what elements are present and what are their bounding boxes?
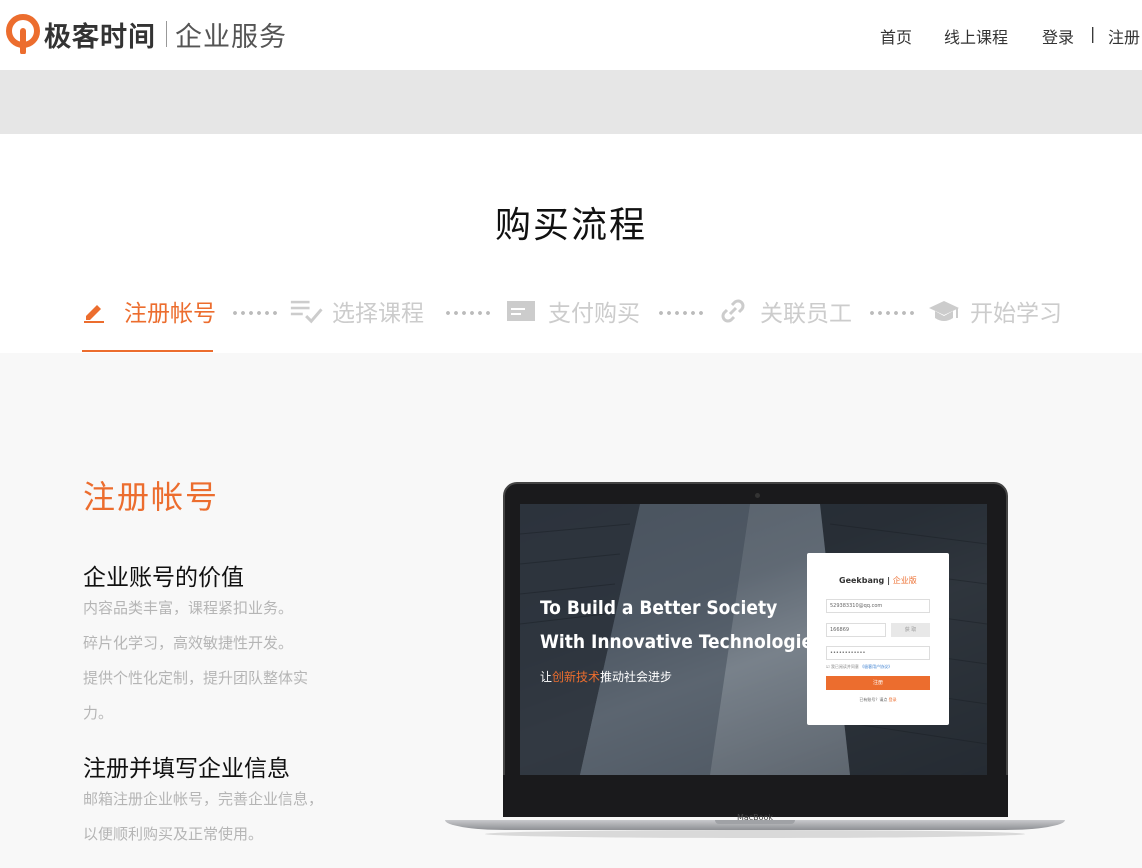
slogan-cn-pre: 让 bbox=[540, 670, 553, 684]
fill-info-text: 邮箱注册企业帐号，完善企业信息， 以便顺利购买及正常使用。 bbox=[83, 782, 383, 852]
laptop-chin bbox=[503, 775, 1008, 817]
login-link[interactable]: 登录 bbox=[889, 697, 897, 702]
nav-courses[interactable]: 线上课程 bbox=[944, 24, 1042, 48]
laptop-lid: To Build a Better Society With Innovativ… bbox=[503, 482, 1008, 817]
fill-info-title: 注册并填写企业信息 bbox=[83, 756, 290, 782]
login-prompt-text: 已有账号？请点 bbox=[859, 697, 888, 702]
step-dots bbox=[657, 311, 705, 315]
nav-divider: | bbox=[1090, 24, 1096, 43]
process-title: 购买流程 bbox=[494, 205, 647, 246]
text-line: 力。 bbox=[83, 704, 114, 722]
step-dots bbox=[444, 311, 492, 315]
step-dots bbox=[868, 311, 916, 315]
agree-label: 我已阅读并同意 bbox=[830, 664, 859, 669]
step-start-learning[interactable]: 开始学习 bbox=[928, 294, 1062, 328]
logo-divider bbox=[166, 21, 167, 47]
step-label: 关联员工 bbox=[760, 301, 852, 327]
pencil-icon bbox=[82, 296, 116, 326]
laptop-brand: MacBook bbox=[736, 813, 774, 822]
card-logo-name: Geekbang bbox=[839, 576, 885, 585]
detail-heading: 注册帐号 bbox=[83, 478, 220, 516]
graduation-cap-icon bbox=[928, 296, 962, 326]
card-icon bbox=[506, 296, 540, 326]
active-step-underline bbox=[82, 350, 213, 352]
password-field[interactable]: •••••••••••• bbox=[826, 646, 930, 660]
logo-subtitle: 企业服务 bbox=[175, 21, 287, 53]
step-choose-course[interactable]: 选择课程 bbox=[290, 294, 424, 328]
slogan-cn-post: 推动社会进步 bbox=[600, 670, 673, 684]
card-logo: Geekbang | 企业版 bbox=[839, 576, 917, 585]
email-field[interactable]: 529383310@qq.com bbox=[826, 599, 930, 613]
laptop-shadow bbox=[485, 830, 1025, 838]
step-pay[interactable]: 支付购买 bbox=[506, 294, 640, 328]
nav-register[interactable]: 注册 bbox=[1108, 24, 1140, 48]
step-label: 注册帐号 bbox=[124, 301, 216, 327]
geektime-logo-icon bbox=[6, 14, 40, 55]
register-button[interactable]: 注册 bbox=[826, 676, 930, 690]
get-code-button[interactable]: 获 取 bbox=[891, 623, 930, 637]
card-logo-edition: 企业版 bbox=[892, 576, 917, 585]
value-text: 内容品类丰富，课程紧扣业务。 碎片化学习，高效敏捷性开发。 提供个性化定制，提升… bbox=[83, 591, 353, 731]
site-header: 极客时间 企业服务 首页 线上课程 登录 | 注册 bbox=[0, 0, 1142, 70]
slogan-line-2: With Innovative Technologies bbox=[540, 631, 824, 653]
text-line: 以便顺利购买及正常使用。 bbox=[83, 825, 264, 843]
text-line: 碎片化学习，高效敏捷性开发。 bbox=[83, 634, 294, 652]
register-card: Geekbang | 企业版 529383310@qq.com 166869 获… bbox=[807, 553, 949, 725]
step-register[interactable]: 注册帐号 bbox=[82, 294, 216, 328]
banner-strip bbox=[0, 70, 1142, 134]
agreement-link[interactable]: 《极客用户协议》 bbox=[860, 664, 892, 669]
link-icon bbox=[718, 296, 752, 326]
step-label: 开始学习 bbox=[970, 301, 1062, 327]
nav-home[interactable]: 首页 bbox=[880, 24, 944, 48]
step-label: 支付购买 bbox=[548, 301, 640, 327]
top-nav: 首页 线上课程 登录 | 注册 bbox=[880, 24, 1140, 48]
agreement-text: ☑ 我已阅读并同意 《极客用户协议》 bbox=[826, 664, 893, 669]
step-label: 选择课程 bbox=[332, 301, 424, 327]
camera-dot bbox=[755, 493, 760, 498]
slogan-chinese: 让创新技术推动社会进步 bbox=[540, 668, 672, 685]
slogan-line-1: To Build a Better Society bbox=[540, 597, 778, 619]
text-line: 邮箱注册企业帐号，完善企业信息， bbox=[83, 790, 324, 808]
laptop-illustration: To Build a Better Society With Innovativ… bbox=[445, 482, 1065, 842]
step-link-staff[interactable]: 关联员工 bbox=[718, 294, 852, 328]
login-prompt: 已有账号？请点 登录 bbox=[807, 697, 949, 703]
text-line: 提供个性化定制，提升团队整体实 bbox=[83, 669, 309, 687]
logo-name: 极客时间 bbox=[44, 21, 156, 53]
site-logo[interactable]: 极客时间 企业服务 bbox=[6, 14, 287, 55]
list-check-icon bbox=[290, 296, 324, 326]
text-line: 内容品类丰富，课程紧扣业务。 bbox=[83, 599, 294, 617]
slogan-cn-highlight: 创新技术 bbox=[552, 670, 601, 684]
verify-code-field[interactable]: 166869 bbox=[826, 623, 886, 637]
value-title: 企业账号的价值 bbox=[83, 565, 244, 591]
step-dots bbox=[231, 311, 279, 315]
nav-login[interactable]: 登录 bbox=[1042, 24, 1090, 48]
laptop-screen: To Build a Better Society With Innovativ… bbox=[520, 504, 987, 775]
